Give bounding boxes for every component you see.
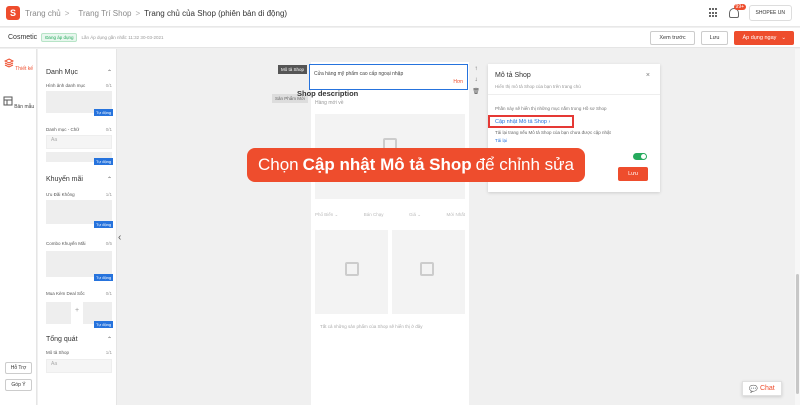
delete-icon[interactable]: 🗑 — [472, 88, 480, 95]
new-products-label: Hàng mới về — [315, 100, 344, 106]
component-toolbar: ↑ ↓ 🗑 — [470, 66, 482, 95]
component-count: 1/1 — [105, 350, 112, 355]
section-title-general: Tổng quát — [46, 336, 78, 343]
last-applied-time: Lần Áp dụng gần nhất: 11:32 30-03-2021 — [81, 35, 164, 40]
user-account-button[interactable]: SHOPEE UN — [748, 5, 792, 21]
chat-icon: 💬 — [749, 385, 758, 393]
chat-button[interactable]: 💬 Chat — [742, 381, 782, 396]
shop-description-text: Cửa hàng mỹ phẩm cao cấp ngoại nhập — [314, 71, 404, 77]
chevron-up-icon[interactable]: ⌃ — [107, 69, 112, 76]
component-count: 0/1 — [105, 291, 112, 296]
shopping-bag-icon — [420, 262, 434, 276]
shopping-bag-icon — [345, 262, 359, 276]
product-sort-bar: Phổ Biến ⌄ Bán Chạy Giá ⌄ Mới Nhất — [315, 212, 465, 218]
sort-newest[interactable]: Mới Nhất — [447, 212, 465, 218]
component-thumbnail-shop-description[interactable]: Aa — [46, 359, 112, 373]
banner-emphasis: Cập nhật Mô tả Shop — [302, 155, 472, 174]
collapse-panel-icon[interactable]: ‹ — [118, 232, 121, 243]
notification-bell-icon[interactable]: 99+ — [728, 4, 747, 18]
reload-hint: Tải lại trang nếu Mô tả Shop của bạn chư… — [495, 130, 611, 135]
component-thumbnail-category-text[interactable]: Aa — [46, 135, 112, 149]
banner-suffix: để chỉnh sửa — [475, 155, 575, 174]
breadcrumb-home[interactable]: Trang chủ — [25, 9, 61, 18]
component-count: 0/5 — [105, 241, 112, 246]
sort-popular[interactable]: Phổ Biến ⌄ — [315, 212, 338, 218]
reload-link[interactable]: Tải lại — [495, 138, 507, 143]
settings-hint: Phần này sẽ hiển thị những mục nằm trong… — [495, 106, 607, 111]
chevron-up-icon[interactable]: ⌃ — [107, 336, 112, 343]
breadcrumb-current-page: Trang chủ của Shop (phiên bản di động) — [144, 8, 288, 18]
section-heading-shop-description: Shop description — [297, 89, 359, 98]
auto-tag: Tự động — [94, 109, 114, 116]
shopee-logo-icon[interactable]: S — [6, 6, 20, 20]
move-up-icon[interactable]: ↑ — [475, 66, 478, 72]
banner-prefix: Chọn — [257, 155, 299, 174]
section-title-categories: Danh Mục — [46, 69, 78, 76]
component-label-category-text: Danh mục - Chữ — [46, 127, 80, 132]
all-products-note: Tất cả những sản phẩm của Shop sẽ hiển t… — [320, 324, 423, 329]
component-label-add-on-deal: Mua Kèm Deal Sốc — [46, 291, 85, 296]
preview-button[interactable]: Xem trước — [650, 31, 695, 45]
chevron-up-icon[interactable]: ⌃ — [107, 176, 112, 183]
update-link-label: Cập nhật Mô tả Shop — [495, 119, 547, 125]
layers-icon — [3, 58, 15, 68]
component-label-shop-description: Mô tả Shop — [46, 350, 70, 355]
breadcrumb-separator: > — [135, 8, 141, 18]
apply-now-button[interactable]: Áp dụng ngay ⌄ — [734, 31, 794, 45]
chat-label: Chat — [759, 385, 775, 392]
close-icon[interactable]: × — [646, 72, 650, 79]
applied-status-badge: Đang áp dụng — [41, 33, 78, 42]
rail-item-templates[interactable]: Bản mẫu — [0, 96, 37, 110]
section-title-promotions: Khuyến mãi — [46, 176, 83, 183]
scrollbar-thumb[interactable] — [796, 274, 799, 394]
update-shop-description-link[interactable]: Cập nhật Mô tả Shop › — [488, 115, 574, 128]
component-label-voucher: Ưu Đãi Không — [46, 192, 75, 197]
top-bar: S Trang chủ > Trang Trí Shop > Trang chủ… — [0, 0, 800, 27]
component-thumbnail-main-deal[interactable] — [46, 302, 71, 324]
settings-title: Mô tả Shop — [495, 72, 531, 79]
instruction-banner: Chọn Cập nhật Mô tả Shop để chỉnh sửa — [247, 148, 585, 182]
sort-price[interactable]: Giá ⌄ — [409, 212, 421, 218]
theme-toolbar: Cosmetic Đang áp dụng Lần Áp dụng gần nh… — [0, 28, 800, 48]
save-button[interactable]: Lưu — [700, 31, 729, 45]
sort-best-selling[interactable]: Bán Chạy — [364, 212, 384, 218]
auto-tag: Tự động — [94, 158, 114, 165]
support-button[interactable]: Hỗ Trợ — [5, 362, 32, 374]
move-down-icon[interactable]: ↓ — [475, 77, 478, 83]
component-count: 0/1 — [105, 83, 112, 88]
component-label-combo: Combo Khuyến Mãi — [46, 241, 86, 246]
divider — [488, 94, 660, 95]
chevron-down-icon[interactable]: ⌄ — [781, 35, 786, 41]
template-icon — [3, 96, 13, 106]
component-count: 1/1 — [105, 192, 112, 197]
plus-icon: + — [75, 307, 80, 314]
auto-tag: Tự động — [94, 274, 114, 281]
settings-save-button[interactable]: Lưu — [618, 167, 648, 181]
component-hover-label-shop-description: Mô tả Shop — [278, 65, 308, 74]
chevron-right-icon: › — [548, 119, 551, 125]
settings-subtitle: Hiển thị mô tả Shop của bạn trên trang c… — [495, 84, 581, 89]
shop-description-component[interactable]: Cửa hàng mỹ phẩm cao cấp ngoại nhập Hơn — [309, 64, 468, 90]
breadcrumb-separator: > — [64, 8, 70, 18]
component-label-image-category: Hình ảnh danh mục — [46, 83, 86, 88]
mobile-preview — [311, 62, 469, 405]
theme-name: Cosmetic — [8, 34, 38, 41]
apps-grid-icon[interactable] — [708, 8, 719, 18]
auto-tag: Tự động — [94, 321, 114, 328]
apply-now-label: Áp dụng ngay — [742, 35, 777, 41]
rail-item-design[interactable]: Thiết kế — [0, 58, 37, 72]
show-more-link[interactable]: Hơn — [453, 79, 463, 85]
visibility-toggle[interactable] — [633, 153, 647, 160]
rail-design-label: Thiết kế — [15, 66, 34, 72]
page-scrollbar[interactable] — [795, 49, 800, 405]
rail-templates-label: Bản mẫu — [14, 104, 35, 110]
left-rail: Thiết kế Bản mẫu Hỗ Trợ Góp Ý — [0, 49, 37, 405]
notification-badge: 99+ — [733, 4, 747, 10]
feedback-button[interactable]: Góp Ý — [5, 379, 32, 391]
components-panel: Danh Mục ⌃ Hình ảnh danh mục 0/1 Tự động… — [38, 49, 117, 405]
auto-tag: Tự động — [94, 221, 114, 228]
breadcrumb-shop-decoration[interactable]: Trang Trí Shop — [78, 9, 131, 18]
component-count: 0/1 — [105, 127, 112, 132]
